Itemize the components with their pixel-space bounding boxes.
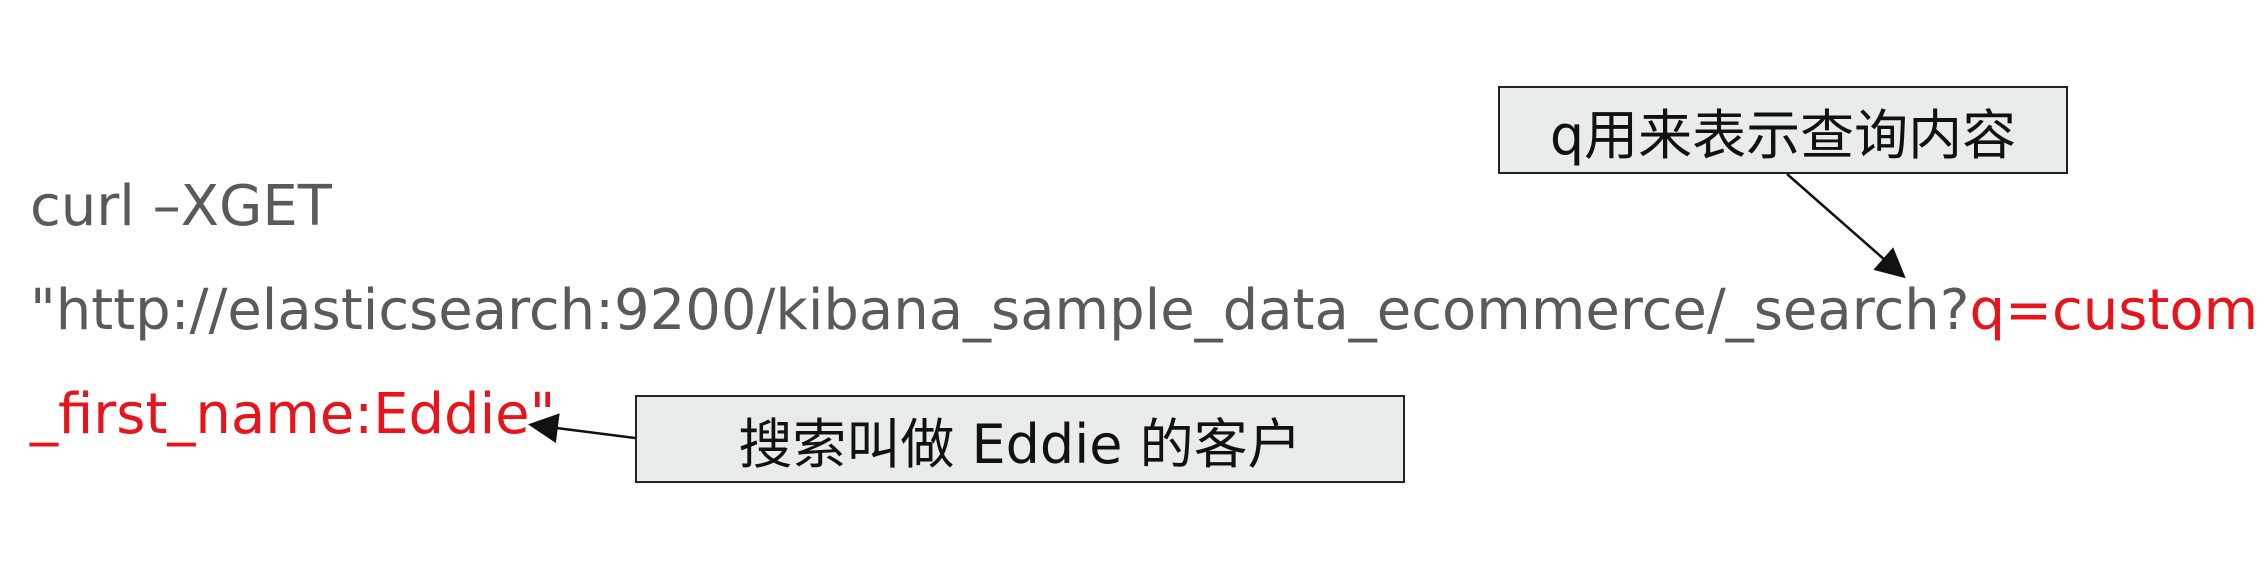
annotation-arrows [528, 173, 1906, 444]
query-param-arrow [1786, 173, 1906, 279]
search-target-arrow [528, 413, 636, 444]
